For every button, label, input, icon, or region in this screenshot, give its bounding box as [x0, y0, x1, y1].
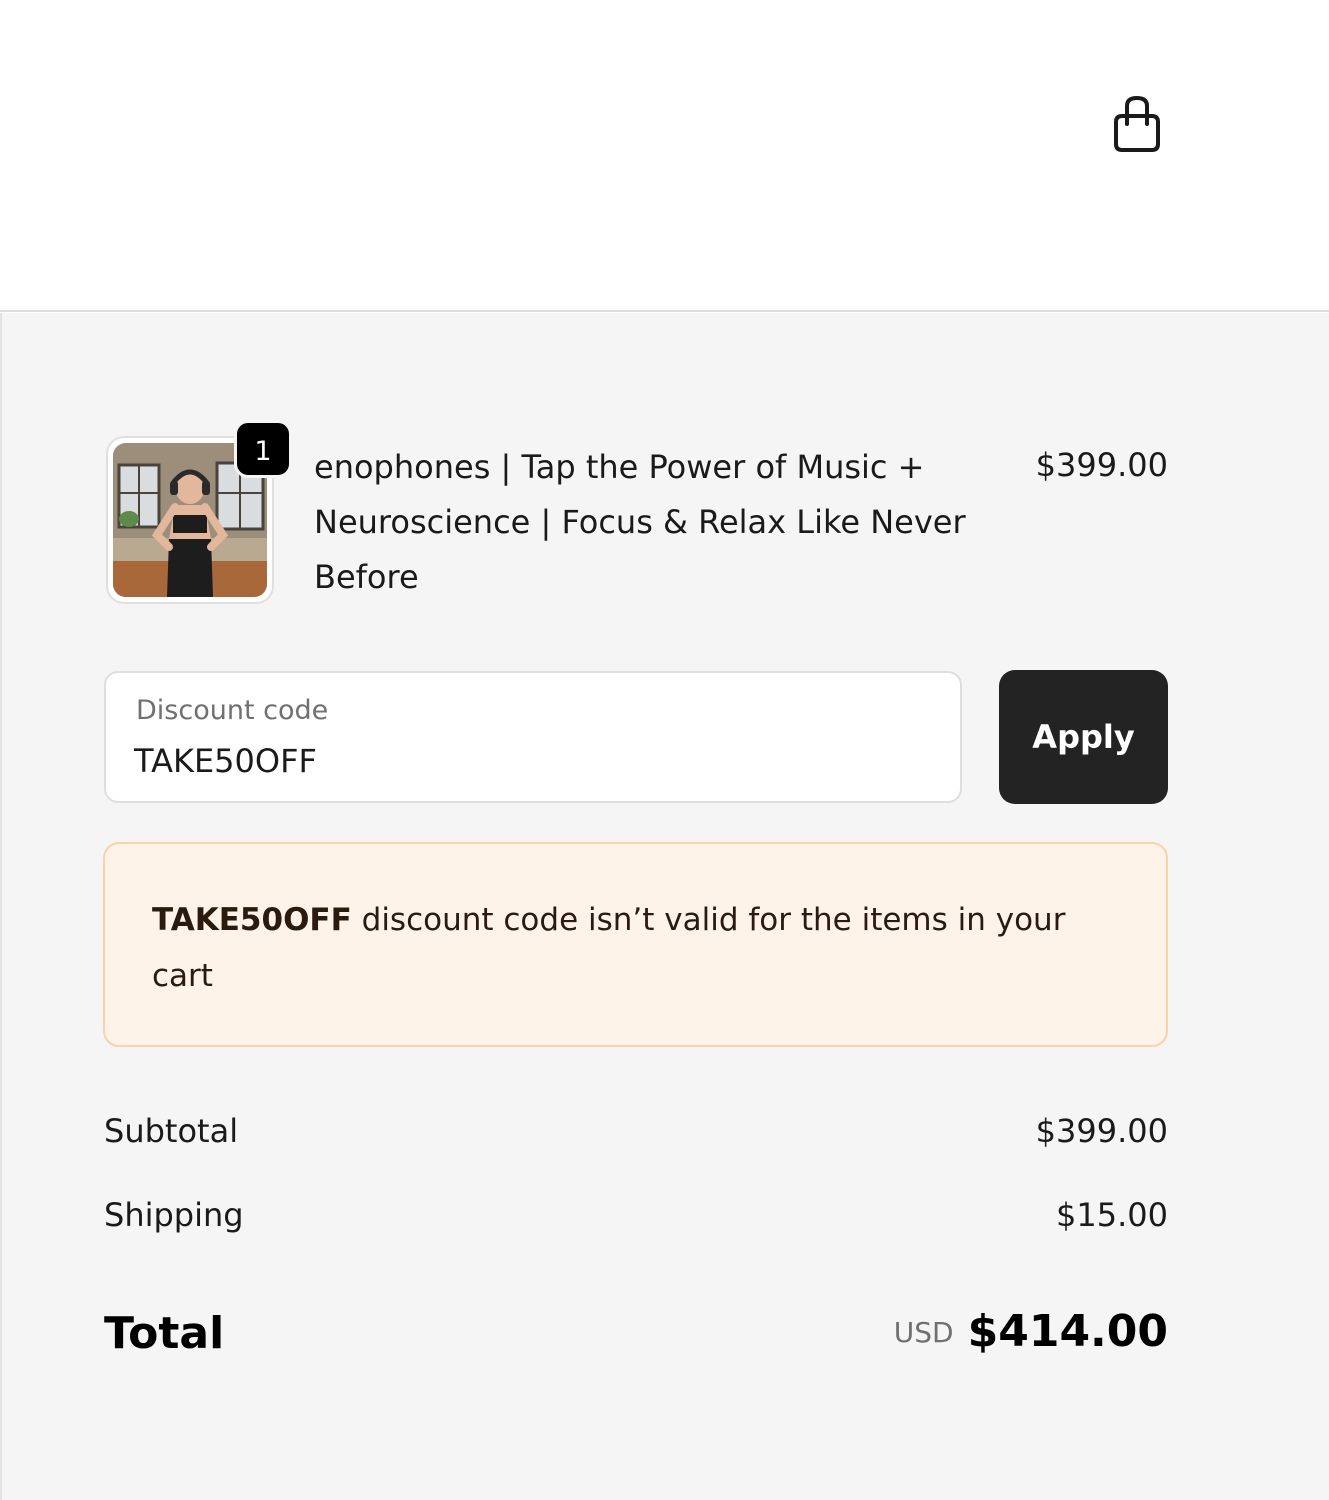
discount-error-banner: TAKE50OFF discount code isn’t valid for …: [103, 842, 1168, 1047]
product-title: enophones | Tap the Power of Music + Neu…: [314, 448, 966, 596]
discount-code-field[interactable]: Discount code: [104, 671, 962, 803]
header: [0, 0, 1329, 312]
discount-code-input[interactable]: [134, 739, 924, 783]
shipping-value: $15.00: [1056, 1196, 1168, 1234]
product-price: $399.00: [1035, 446, 1168, 484]
cart-button[interactable]: [1108, 94, 1166, 156]
error-code: TAKE50OFF: [152, 902, 352, 938]
quantity-badge: 1: [234, 420, 292, 478]
shopping-bag-icon: [1114, 95, 1160, 152]
shipping-label: Shipping: [104, 1196, 244, 1234]
product-thumbnail: 1: [106, 420, 292, 604]
apply-discount-button[interactable]: Apply: [999, 670, 1168, 804]
total-value: USD $414.00: [800, 1306, 1168, 1357]
discount-code-label: Discount code: [136, 695, 329, 726]
total-amount: $414.00: [967, 1306, 1168, 1357]
currency-code: USD: [893, 1316, 954, 1349]
total-label: Total: [104, 1308, 225, 1359]
subtotal-label: Subtotal: [104, 1112, 239, 1150]
subtotal-value: $399.00: [1035, 1112, 1168, 1150]
